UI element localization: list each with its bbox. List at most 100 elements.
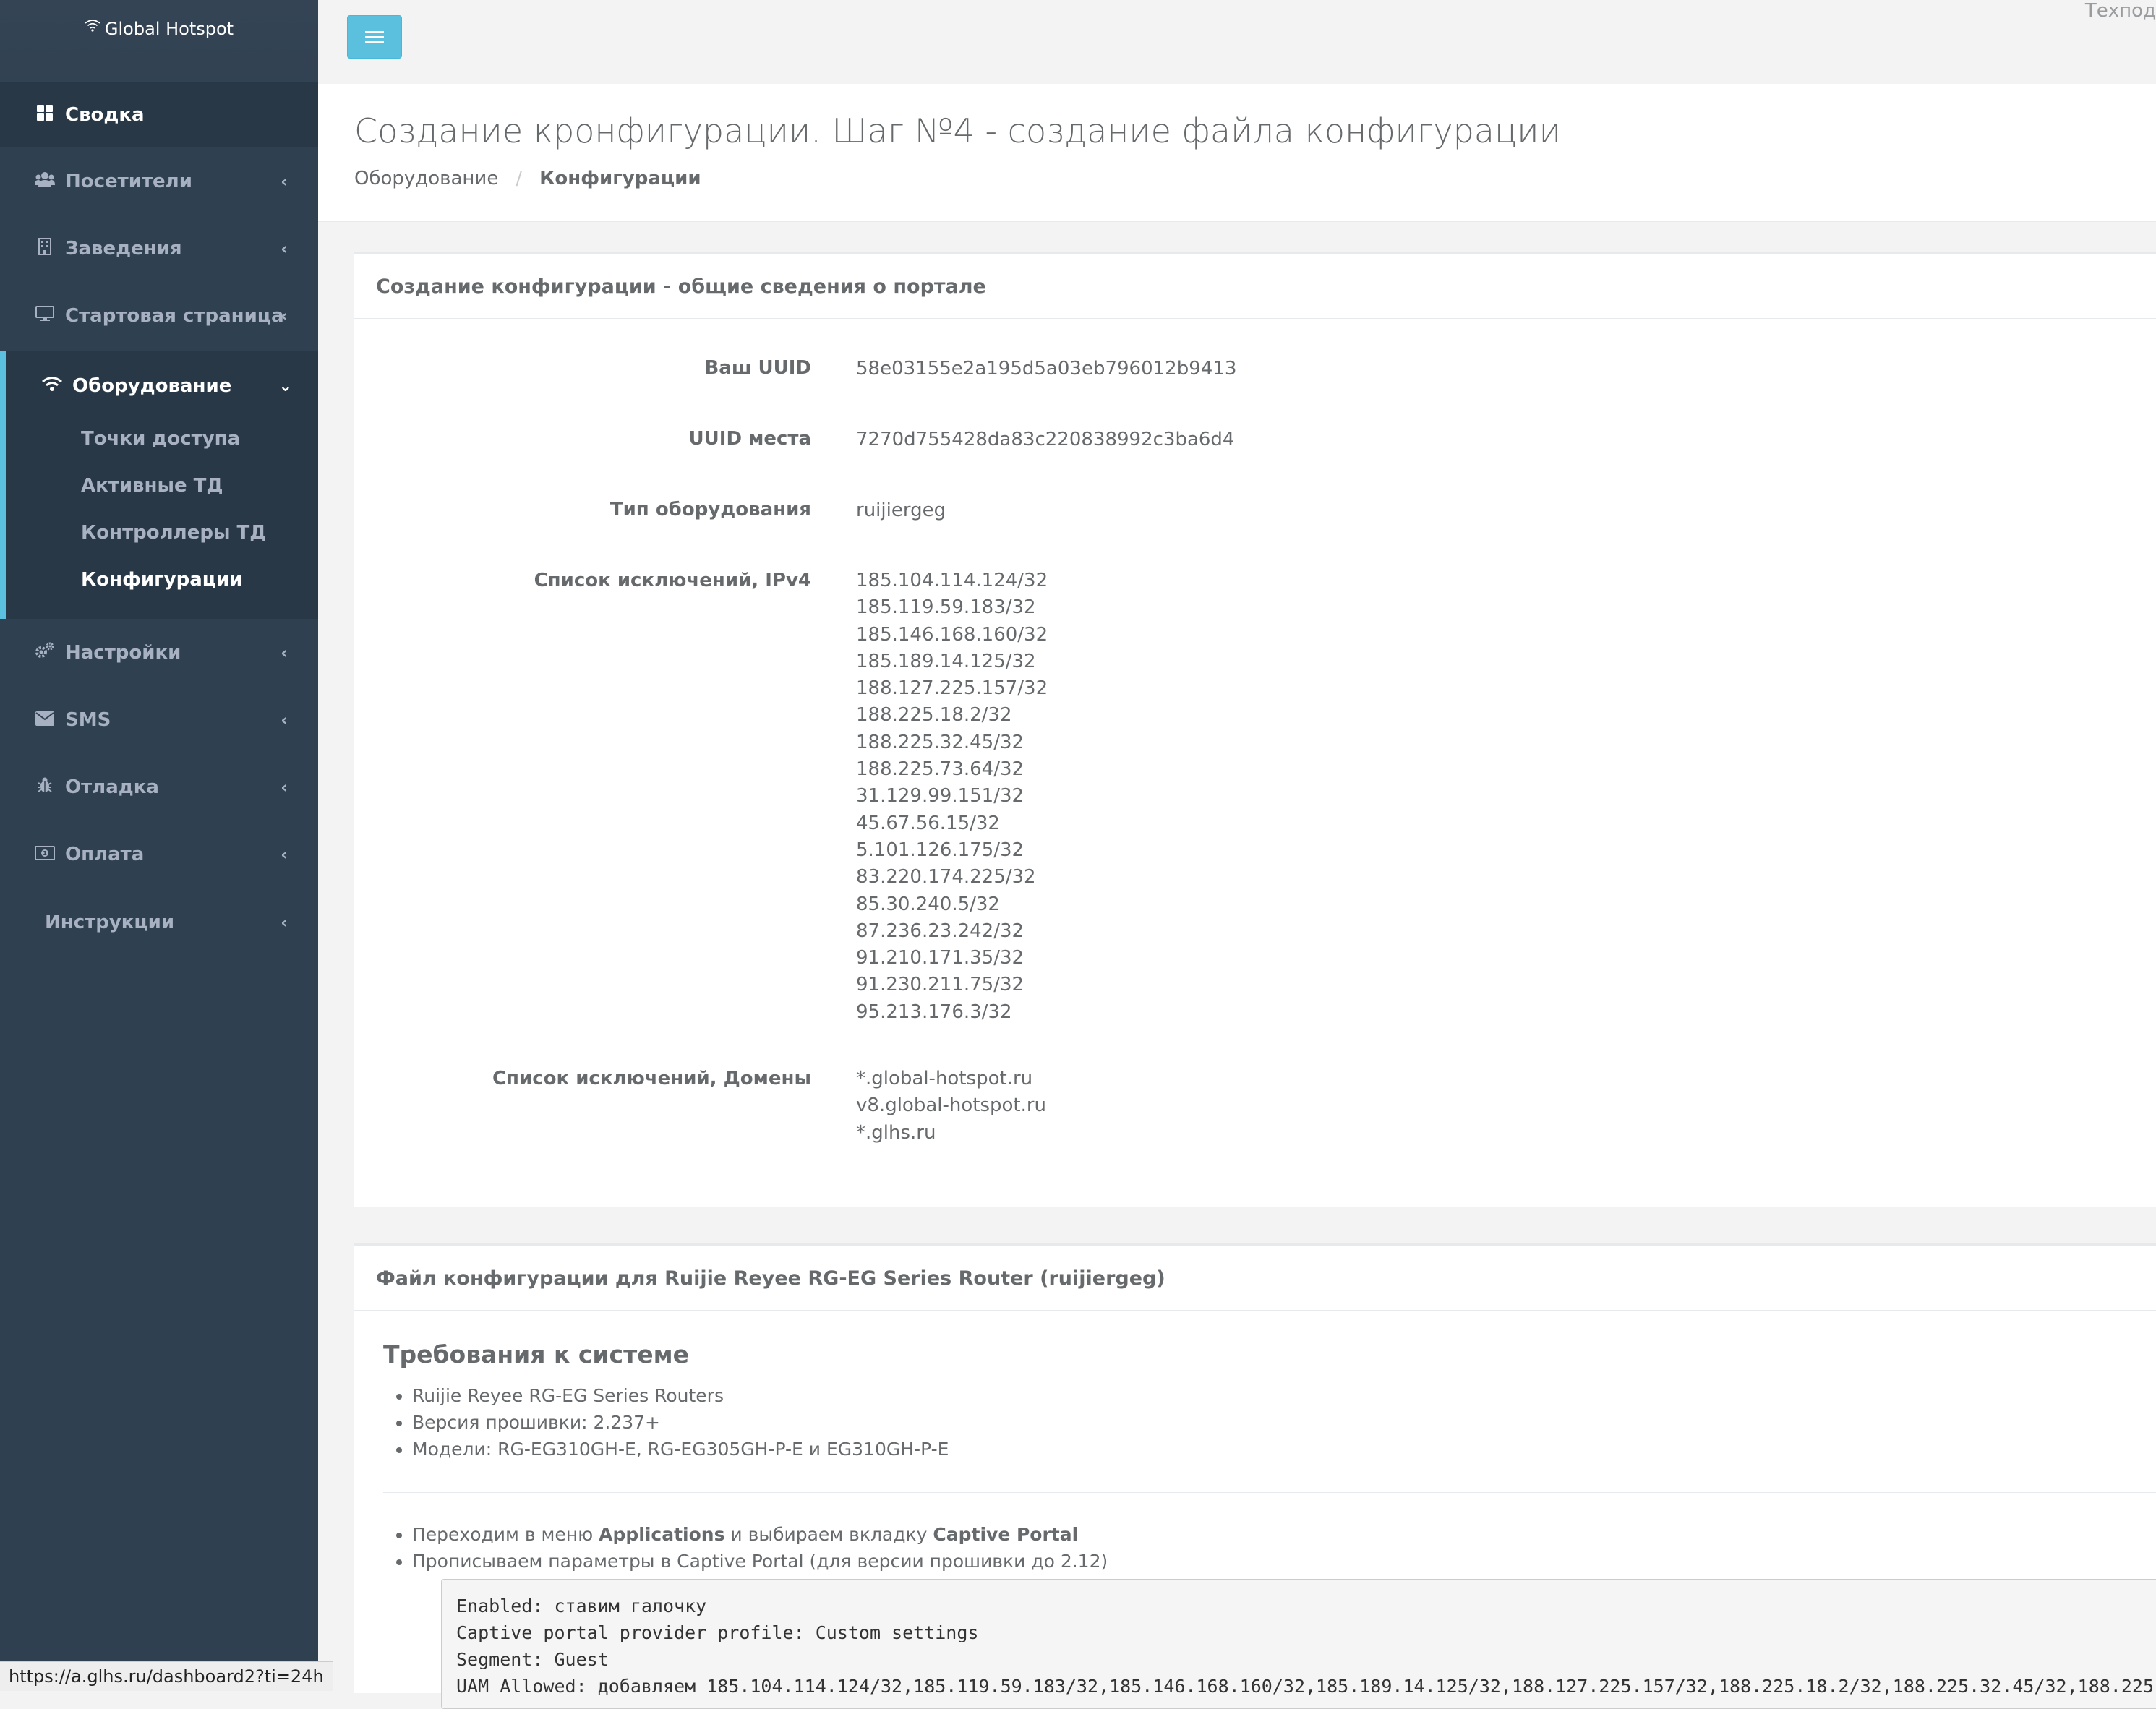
list-item: 45.67.56.15/32 — [856, 812, 1000, 834]
logo[interactable]: Global Hotspot — [0, 19, 318, 39]
equipment-type-value: ruijiergeg — [856, 500, 946, 521]
chevron-left-icon: ‹ — [281, 171, 288, 192]
building-icon — [35, 238, 55, 260]
sidebar-item-label: SMS — [65, 709, 111, 731]
list-item: Прописываем параметры в Captive Portal (… — [412, 1548, 1108, 1575]
code-line: UAM Allowed: добавляем 185.104.114.124/3… — [456, 1676, 2156, 1697]
config-code-block[interactable]: Enabled: ставим галочку Captive portal pr… — [441, 1579, 2156, 1709]
code-line: Captive portal provider profile: Custom … — [456, 1622, 979, 1643]
bars-icon — [365, 25, 384, 50]
sidebar-item-label: Настройки — [65, 642, 181, 664]
list-item: 185.104.114.124/32 — [856, 570, 1048, 591]
list-item: 188.225.32.45/32 — [856, 731, 1024, 753]
chevron-left-icon: ‹ — [281, 710, 288, 730]
sidebar-subitem-configurations[interactable]: Конфигурации — [81, 569, 243, 591]
sidebar-subitem-ap-controllers[interactable]: Контроллеры ТД — [81, 522, 266, 544]
logo-text: Global Hotspot — [104, 19, 234, 39]
breadcrumb: Оборудование / Конфигурации — [354, 168, 701, 189]
sidebar-item-venues[interactable]: Заведения ‹ — [0, 216, 318, 281]
sidebar-item-dashboard[interactable]: Сводка — [0, 82, 318, 147]
bug-icon — [35, 776, 55, 798]
list-item: *.global-hotspot.ru — [856, 1068, 1033, 1089]
place-uuid-value: 7270d755428da83c220838992c3ba6d4 — [856, 429, 1235, 450]
sidebar-item-label: Посетители — [65, 171, 192, 192]
code-line: Segment: Guest — [456, 1649, 609, 1670]
cogs-icon — [35, 642, 55, 664]
uuid-value: 58e03155e2a195d5a03eb796012b9413 — [856, 358, 1237, 380]
equipment-type-label: Тип оборудования — [609, 499, 811, 521]
list-item: v8.global-hotspot.ru — [856, 1095, 1047, 1117]
instructions-list: Переходим в меню Applications и выбираем… — [383, 1521, 1108, 1575]
wifi-icon — [85, 18, 100, 35]
sidebar-item-settings[interactable]: Настройки ‹ — [0, 620, 318, 685]
sidebar: Global Hotspot Сводка Посетители ‹ Завед… — [0, 0, 318, 1690]
list-item: 185.189.14.125/32 — [856, 650, 1036, 672]
list-item: *.glhs.ru — [856, 1121, 936, 1144]
page-title: Создание кронфигурации. Шаг №4 - создани… — [354, 111, 1561, 150]
domain-exclusions-list: *.global-hotspot.ru v8.global-hotspot.ru… — [856, 1066, 1046, 1147]
sidebar-item-label: Заведения — [65, 238, 182, 260]
list-item: 188.225.18.2/32 — [856, 704, 1012, 727]
chevron-down-icon: ⌄ — [278, 377, 292, 395]
ipv4-exclusions-list: 185.104.114.124/32 185.119.59.183/32 185… — [856, 567, 1048, 1026]
wifi-icon — [42, 376, 62, 396]
sidebar-item-visitors[interactable]: Посетители ‹ — [0, 149, 318, 214]
sidebar-item-sms[interactable]: SMS ‹ — [0, 688, 318, 753]
list-item: 31.129.99.151/32 — [856, 785, 1024, 808]
sidebar-item-equipment[interactable]: Оборудование ⌄ — [6, 364, 318, 408]
chevron-left-icon: ‹ — [281, 844, 288, 865]
sidebar-item-debug[interactable]: Отладка ‹ — [0, 755, 318, 820]
list-item: 188.225.73.64/32 — [856, 758, 1024, 781]
sidebar-subitem-active-ap[interactable]: Активные ТД — [81, 475, 223, 497]
portal-info-panel: Создание конфигурации - общие сведения о… — [354, 252, 2156, 1207]
status-bar-url: https://a.glhs.ru/dashboard2?ti=24h — [0, 1661, 333, 1691]
list-item: Версия прошивки: 2.237+ — [412, 1409, 949, 1436]
page-heading: Создание кронфигурации. Шаг №4 - создани… — [318, 84, 2156, 222]
ipv4-exclusions-label: Список исключений, IPv4 — [534, 570, 811, 591]
users-icon — [35, 171, 55, 192]
sidebar-item-start-page[interactable]: Стартовая страница ‹ — [0, 283, 318, 348]
sidebar-item-label: Сводка — [65, 104, 145, 126]
domain-exclusions-label: Список исключений, Домены — [492, 1068, 811, 1089]
place-uuid-label: UUID места — [688, 428, 811, 450]
list-item: 91.230.211.75/32 — [856, 974, 1024, 996]
uuid-label: Ваш UUID — [704, 357, 811, 379]
sidebar-item-label: Оплата — [65, 844, 145, 865]
breadcrumb-equipment[interactable]: Оборудование — [354, 168, 498, 189]
th-large-icon — [35, 105, 55, 125]
chevron-left-icon: ‹ — [281, 643, 288, 663]
menu-applications: Applications — [599, 1524, 725, 1545]
breadcrumb-separator: / — [516, 168, 523, 189]
sidebar-item-label: Стартовая страница — [65, 305, 284, 327]
list-item: 83.220.174.225/32 — [856, 866, 1036, 888]
sidebar-item-payment[interactable]: 1 Оплата ‹ — [0, 822, 318, 887]
sidebar-subitem-access-points[interactable]: Точки доступа — [81, 428, 240, 450]
breadcrumb-current: Конфигурации — [539, 168, 701, 189]
chevron-left-icon: ‹ — [281, 239, 288, 259]
svg-text:1: 1 — [43, 850, 47, 857]
list-item: Ruijie Reyee RG-EG Series Routers — [412, 1382, 949, 1409]
panel-title: Файл конфигурации для Ruijie Reyee RG-EG… — [354, 1246, 2156, 1311]
list-item: 87.236.23.242/32 — [856, 920, 1024, 942]
list-item: Переходим в меню Applications и выбираем… — [412, 1521, 1108, 1548]
desktop-icon — [35, 306, 55, 326]
sidebar-group-equipment: Оборудование ⌄ Точки доступа Активные ТД… — [0, 351, 318, 619]
sidebar-item-label: Оборудование — [72, 375, 232, 397]
menu-toggle-button[interactable] — [347, 15, 402, 59]
envelope-icon — [35, 710, 55, 730]
chevron-left-icon: ‹ — [281, 912, 288, 933]
tab-captive-portal: Captive Portal — [933, 1524, 1079, 1545]
support-link[interactable]: Техпод — [2085, 0, 2156, 22]
sidebar-item-instructions[interactable]: Инструкции ‹ — [0, 890, 318, 955]
config-file-panel: Файл конфигурации для Ruijie Reyee RG-EG… — [354, 1243, 2156, 1709]
list-item: 91.210.171.35/32 — [856, 947, 1024, 969]
list-item: 85.30.240.5/32 — [856, 893, 1000, 915]
list-item: 95.213.176.3/32 — [856, 1001, 1012, 1023]
list-item: 185.146.168.160/32 — [856, 623, 1048, 646]
list-item: 188.127.225.157/32 — [856, 677, 1048, 700]
list-item: Модели: RG-EG310GH-E, RG-EG305GH-P-E и E… — [412, 1436, 949, 1462]
code-line: Enabled: ставим галочку — [456, 1596, 707, 1616]
money-icon: 1 — [35, 844, 55, 865]
list-item: 5.101.126.175/32 — [856, 839, 1024, 861]
requirements-heading: Требования к системе — [383, 1340, 689, 1369]
